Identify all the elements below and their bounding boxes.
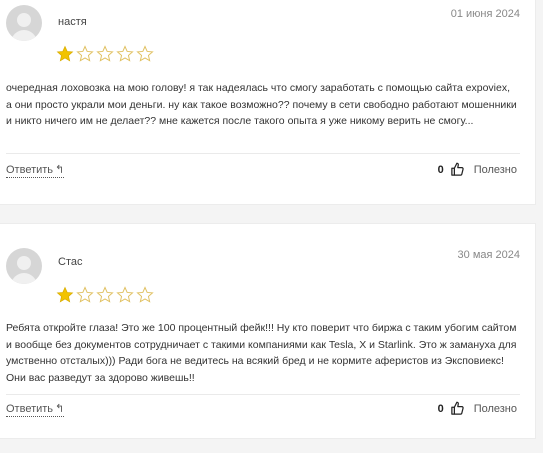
avatar bbox=[6, 248, 42, 284]
star-empty-icon bbox=[136, 45, 154, 62]
star-empty-icon bbox=[96, 286, 114, 303]
rating-stars bbox=[56, 286, 154, 304]
star-empty-icon bbox=[76, 45, 94, 62]
reply-arrow-icon: ↰ bbox=[55, 164, 65, 176]
like-count: 0 bbox=[437, 402, 444, 415]
review-text: очередная лоховозка на мою голову! я так… bbox=[6, 82, 517, 127]
star-empty-icon bbox=[76, 286, 94, 303]
reply-label: Ответить bbox=[6, 403, 54, 415]
star-empty-icon bbox=[136, 286, 154, 303]
review-date: 01 июня 2024 bbox=[450, 8, 520, 20]
vote-area: 0 Полезно bbox=[438, 162, 517, 177]
review-card: настя 01 июня 2024 очередная лоховозка н… bbox=[0, 0, 536, 205]
review-text: Ребята откройте глаза! Это же 100 процен… bbox=[6, 322, 517, 384]
useful-button[interactable]: Полезно bbox=[474, 164, 517, 176]
review-date: 30 мая 2024 bbox=[457, 249, 520, 261]
vote-area: 0 Полезно bbox=[438, 401, 517, 416]
reply-arrow-icon: ↰ bbox=[55, 403, 65, 415]
star-empty-icon bbox=[116, 286, 134, 303]
reply-button[interactable]: Ответить ↰ bbox=[6, 402, 65, 417]
rating-stars bbox=[56, 45, 154, 63]
divider bbox=[6, 153, 520, 154]
star-filled-icon bbox=[56, 45, 74, 62]
useful-button[interactable]: Полезно bbox=[474, 403, 517, 415]
like-count: 0 bbox=[437, 163, 444, 176]
star-empty-icon bbox=[96, 45, 114, 62]
star-filled-icon bbox=[56, 286, 74, 303]
thumbs-up-icon[interactable] bbox=[450, 162, 465, 177]
thumbs-up-icon[interactable] bbox=[450, 401, 465, 416]
divider bbox=[6, 394, 520, 395]
avatar bbox=[6, 5, 42, 41]
star-empty-icon bbox=[116, 45, 134, 62]
review-author: Стас bbox=[58, 256, 83, 268]
reply-button[interactable]: Ответить ↰ bbox=[6, 163, 65, 178]
review-author: настя bbox=[58, 16, 87, 28]
review-card: Стас 30 мая 2024 Ребята откройте глаза! … bbox=[0, 223, 536, 439]
reply-label: Ответить bbox=[6, 164, 54, 176]
